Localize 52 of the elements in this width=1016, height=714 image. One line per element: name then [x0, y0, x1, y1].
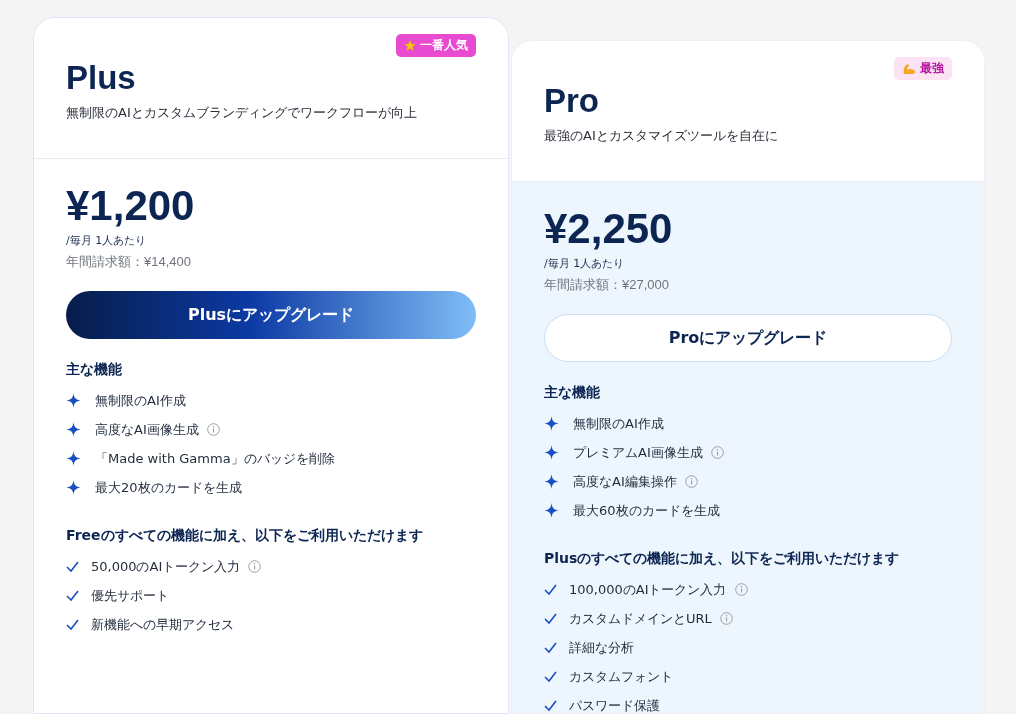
feature-text: カスタムフォント: [569, 667, 673, 686]
sparkle-icon: [66, 393, 81, 408]
plan-name: Plus: [66, 58, 137, 98]
feature-text: 無制限のAI作成: [95, 391, 186, 410]
upgrade-button[interactable]: Plusにアップグレード: [66, 291, 476, 339]
section-heading: Plusのすべての機能に加え、以下をご利用いただけます: [544, 550, 901, 568]
feature-text: 100,000のAIトークン入力: [569, 580, 727, 599]
section-heading: 主な機能: [544, 384, 601, 402]
price: ¥2,250: [544, 204, 674, 254]
check-icon: [544, 670, 557, 683]
sparkle-icon: [66, 451, 81, 466]
feature-text: 高度なAI編集操作: [573, 472, 677, 491]
star-icon: [404, 39, 416, 52]
price-period: /毎月 1人あたり: [66, 233, 148, 248]
feature-text: 最大20枚のカードを生成: [95, 478, 242, 497]
check-icon: [544, 612, 557, 625]
sparkle-icon: [66, 422, 81, 437]
feature-text: パスワード保護: [569, 696, 660, 713]
price-period: /毎月 1人あたり: [544, 256, 626, 271]
arm-icon: [902, 62, 916, 75]
check-icon: [544, 583, 557, 596]
feature-text: 詳細な分析: [569, 638, 634, 657]
feature-text: 優先サポート: [91, 586, 169, 605]
badge-label: 最強: [920, 60, 944, 77]
check-icon: [66, 618, 79, 631]
sparkle-icon: [544, 503, 559, 518]
check-icon: [66, 560, 79, 573]
sparkle-icon: [66, 480, 81, 495]
feature-text: 「Made with Gamma」のバッジを削除: [95, 449, 335, 468]
feature-text: 高度なAI画像生成: [95, 420, 199, 439]
plan-name: Pro: [544, 81, 600, 121]
plan-tagline: 無制限のAIとカスタムブランディングでワークフローが向上: [66, 104, 418, 122]
price: ¥1,200: [66, 181, 196, 231]
section-heading: Freeのすべての機能に加え、以下をご利用いただけます: [66, 527, 424, 545]
annual-price: 年間請求額：¥14,400: [66, 253, 192, 271]
sparkle-icon: [544, 474, 559, 489]
sparkle-icon: [544, 445, 559, 460]
feature-text: プレミアムAI画像生成: [573, 443, 703, 462]
check-icon: [66, 589, 79, 602]
feature-text: 最大60枚のカードを生成: [573, 501, 720, 520]
annual-price: 年間請求額：¥27,000: [544, 276, 670, 294]
feature-text: 新機能への早期アクセス: [91, 615, 234, 634]
feature-text: カスタムドメインとURL: [569, 609, 712, 628]
plan-tagline: 最強のAIとカスタマイズツールを自在に: [544, 127, 779, 145]
check-icon: [544, 699, 557, 712]
upgrade-button[interactable]: Proにアップグレード: [544, 314, 952, 362]
section-heading: 主な機能: [66, 361, 123, 379]
feature-text: 無制限のAI作成: [573, 414, 664, 433]
badge-label: 一番人気: [420, 37, 468, 54]
check-icon: [544, 641, 557, 654]
feature-text: 50,000のAIトークン入力: [91, 557, 241, 576]
sparkle-icon: [544, 416, 559, 431]
